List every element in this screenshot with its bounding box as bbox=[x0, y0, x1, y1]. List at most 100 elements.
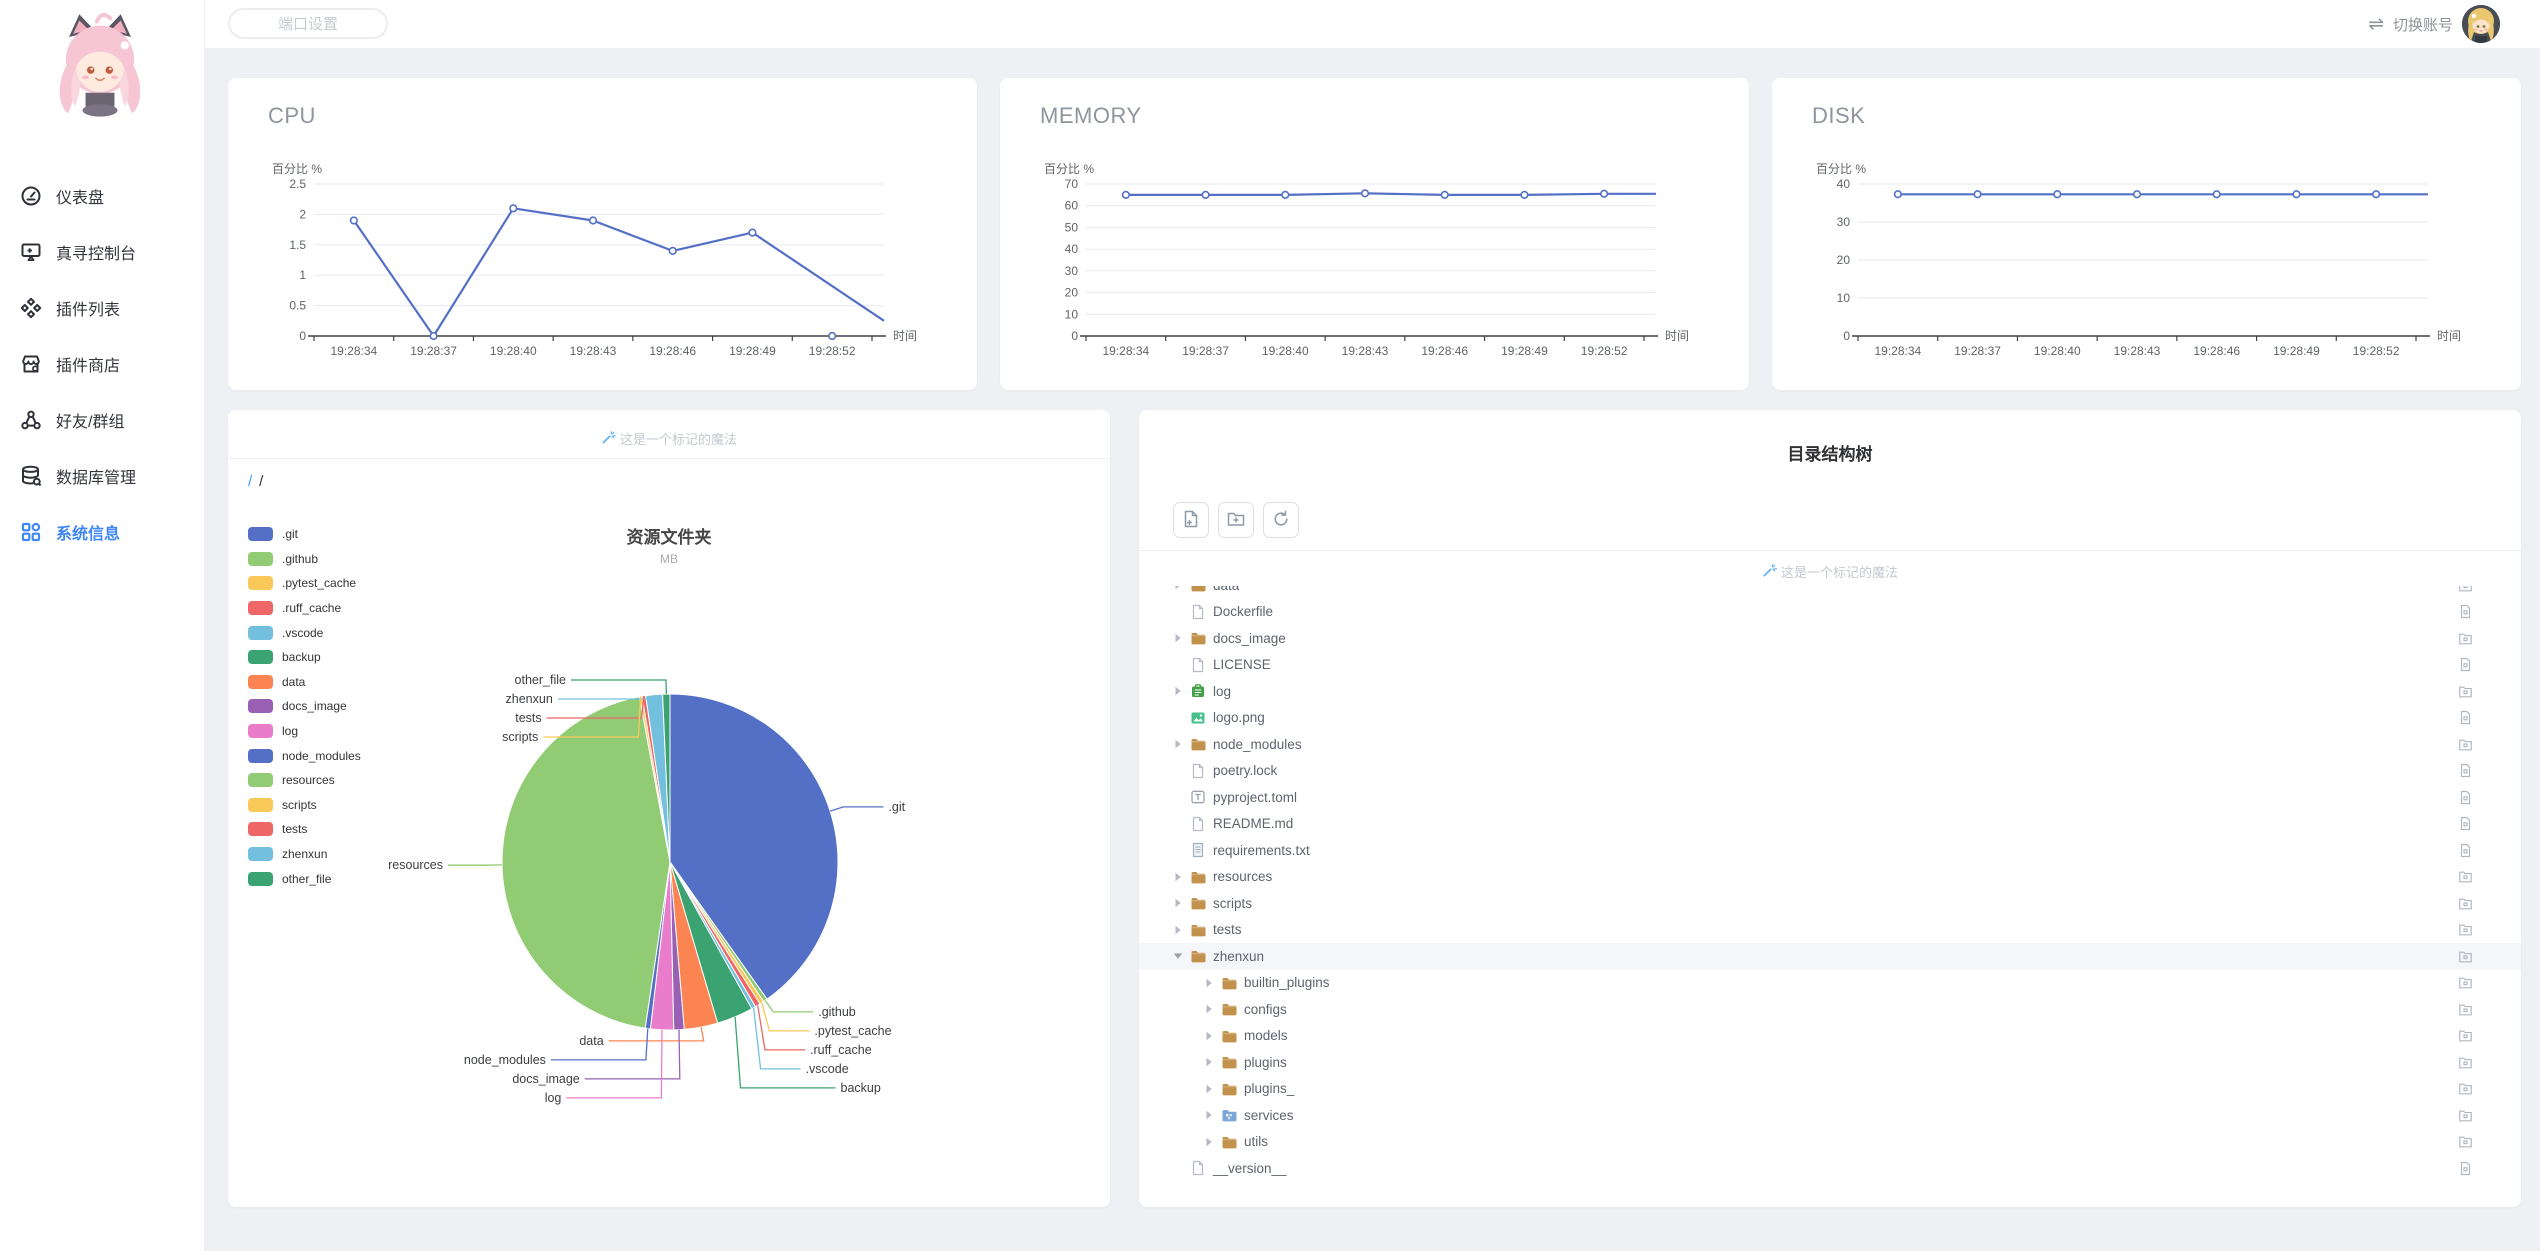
file-download-icon[interactable] bbox=[2458, 710, 2473, 725]
caret-right-icon[interactable] bbox=[1202, 1029, 1216, 1043]
tree-row-plugins[interactable]: plugins bbox=[1139, 1049, 2521, 1076]
file-download-icon[interactable] bbox=[2458, 843, 2473, 858]
caret-right-icon[interactable] bbox=[1202, 1108, 1216, 1122]
caret-right-icon[interactable] bbox=[1202, 1002, 1216, 1016]
caret-spacer bbox=[1171, 817, 1185, 831]
tree-row-resources[interactable]: resources bbox=[1139, 864, 2521, 891]
sidebar-item-friends-groups[interactable]: 好友/群组 bbox=[0, 392, 204, 448]
tree-row-scripts[interactable]: scripts bbox=[1139, 890, 2521, 917]
tree-row-utils[interactable]: utils bbox=[1139, 1129, 2521, 1156]
disk-line-chart: 百分比 % 0 10 20 30 40 19:28:34 19:28:37 19:28:40 19… bbox=[1816, 162, 2461, 358]
switch-account-button[interactable]: 切换账号 bbox=[2393, 14, 2453, 35]
tree-row-builtin_plugins[interactable]: builtin_plugins bbox=[1139, 970, 2521, 997]
file-download-icon[interactable] bbox=[2458, 763, 2473, 778]
folder-download-icon[interactable] bbox=[2458, 896, 2473, 911]
caret-right-icon[interactable] bbox=[1202, 1082, 1216, 1096]
svg-text:19:28:46: 19:28:46 bbox=[1421, 344, 1468, 358]
folder-download-icon[interactable] bbox=[2458, 684, 2473, 699]
sidebar-item-database[interactable]: 数据库管理 bbox=[0, 448, 204, 504]
grid-icon bbox=[19, 520, 43, 544]
sidebar-item-system-info[interactable]: 系统信息 bbox=[0, 504, 204, 560]
caret-right-icon[interactable] bbox=[1171, 737, 1185, 751]
file-download-icon[interactable] bbox=[2458, 790, 2473, 805]
sidebar-item-plugin-list[interactable]: 插件列表 bbox=[0, 280, 204, 336]
folder-download-icon[interactable] bbox=[2458, 869, 2473, 884]
folder-download-icon[interactable] bbox=[2458, 1108, 2473, 1123]
folder-download-icon[interactable] bbox=[2458, 949, 2473, 964]
tree-row-log[interactable]: log bbox=[1139, 678, 2521, 705]
tree-row-zhenxun[interactable]: zhenxun bbox=[1139, 943, 2521, 970]
caret-right-icon[interactable] bbox=[1171, 684, 1185, 698]
tree-row-tests[interactable]: tests bbox=[1139, 917, 2521, 944]
tree-row-README.md[interactable]: README.md bbox=[1139, 811, 2521, 838]
tree-row-logo.png[interactable]: logo.png bbox=[1139, 705, 2521, 732]
sidebar-item-dashboard[interactable]: 仪表盘 bbox=[0, 168, 204, 224]
caret-spacer bbox=[1171, 658, 1185, 672]
sidebar-item-plugin-store[interactable]: 插件商店 bbox=[0, 336, 204, 392]
caret-spacer bbox=[1171, 843, 1185, 857]
tree-row-requirements.txt[interactable]: requirements.txt bbox=[1139, 837, 2521, 864]
tree-row-LICENSE[interactable]: LICENSE bbox=[1139, 652, 2521, 679]
caret-right-icon[interactable] bbox=[1171, 923, 1185, 937]
tree-row-docs_image[interactable]: docs_image bbox=[1139, 625, 2521, 652]
caret-right-icon[interactable] bbox=[1202, 1055, 1216, 1069]
svg-text:node_modules: node_modules bbox=[464, 1053, 546, 1067]
tree-magic-hint: 这是一个标记的魔法 bbox=[1139, 562, 2521, 581]
svg-text:20: 20 bbox=[1065, 286, 1079, 300]
tree-row-__version__[interactable]: __version__ bbox=[1139, 1155, 2521, 1182]
svg-text:19:28:34: 19:28:34 bbox=[330, 344, 377, 358]
tree-row-plugins_[interactable]: plugins_ bbox=[1139, 1076, 2521, 1103]
new-file-button[interactable] bbox=[1173, 502, 1209, 538]
caret-right-icon[interactable] bbox=[1171, 896, 1185, 910]
svg-text:tests: tests bbox=[515, 711, 541, 725]
folder-download-icon[interactable] bbox=[2458, 1134, 2473, 1149]
services-icon bbox=[1221, 1107, 1237, 1123]
caret-right-icon[interactable] bbox=[1171, 870, 1185, 884]
file-download-icon[interactable] bbox=[2458, 1161, 2473, 1176]
tree-row-models[interactable]: models bbox=[1139, 1023, 2521, 1050]
tree-scroll-area[interactable]: data Dockerfile docs_image LICENSE log logo.p… bbox=[1139, 586, 2521, 1197]
folder-download-icon[interactable] bbox=[2458, 1081, 2473, 1096]
svg-text:19:28:37: 19:28:37 bbox=[410, 344, 457, 358]
sidebar: 仪表盘 真寻控制台 插件列表插件商店好友/群组数据库管理 系统信息 bbox=[0, 0, 205, 1251]
tree-row-Dockerfile[interactable]: Dockerfile bbox=[1139, 599, 2521, 626]
tree-row-poetry.lock[interactable]: poetry.lock bbox=[1139, 758, 2521, 785]
file-download-icon[interactable] bbox=[2458, 604, 2473, 619]
sidebar-item-label: 好友/群组 bbox=[56, 414, 125, 431]
tree-row-node_modules[interactable]: node_modules bbox=[1139, 731, 2521, 758]
folder-download-icon[interactable] bbox=[2458, 737, 2473, 752]
refresh-button[interactable] bbox=[1263, 502, 1299, 538]
caret-right-icon[interactable] bbox=[1171, 631, 1185, 645]
caret-right-icon[interactable] bbox=[1171, 586, 1185, 592]
svg-text:19:28:34: 19:28:34 bbox=[1102, 344, 1149, 358]
folder-download-icon[interactable] bbox=[2458, 1055, 2473, 1070]
tree-row-data[interactable]: data bbox=[1139, 586, 2521, 599]
file-download-icon[interactable] bbox=[2458, 816, 2473, 831]
tree-row-services[interactable]: services bbox=[1139, 1102, 2521, 1129]
tree-row-label: zhenxun bbox=[1213, 948, 1265, 964]
svg-text:百分比 %: 百分比 % bbox=[1816, 162, 1866, 176]
tree-row-configs[interactable]: configs bbox=[1139, 996, 2521, 1023]
file-download-icon[interactable] bbox=[2458, 657, 2473, 672]
pie-chart: other_filezhenxun tests scripts resources da… bbox=[388, 673, 906, 1105]
folder-download-icon[interactable] bbox=[2458, 975, 2473, 990]
sidebar-item-console[interactable]: 真寻控制台 bbox=[0, 224, 204, 280]
user-avatar[interactable] bbox=[2462, 5, 2500, 43]
folder-icon bbox=[1221, 1054, 1237, 1070]
caret-right-icon[interactable] bbox=[1202, 1135, 1216, 1149]
files-magic-hint-text: 这是一个标记的魔法 bbox=[619, 432, 737, 447]
file-icon bbox=[1190, 657, 1206, 673]
caret-down-icon[interactable] bbox=[1171, 949, 1185, 963]
port-settings-button[interactable]: 端口设置 bbox=[228, 8, 388, 39]
folder-download-icon[interactable] bbox=[2458, 1002, 2473, 1017]
folder-download-icon[interactable] bbox=[2458, 1028, 2473, 1043]
tree-row-pyproject.toml[interactable]: pyproject.toml bbox=[1139, 784, 2521, 811]
folder-download-icon[interactable] bbox=[2458, 586, 2473, 593]
caret-right-icon[interactable] bbox=[1202, 976, 1216, 990]
sidebar-item-label: 插件商店 bbox=[56, 358, 121, 375]
svg-text:2: 2 bbox=[299, 207, 306, 221]
new-folder-button[interactable] bbox=[1218, 502, 1254, 538]
tree-row-label: poetry.lock bbox=[1213, 763, 1278, 779]
folder-download-icon[interactable] bbox=[2458, 631, 2473, 646]
folder-download-icon[interactable] bbox=[2458, 922, 2473, 937]
